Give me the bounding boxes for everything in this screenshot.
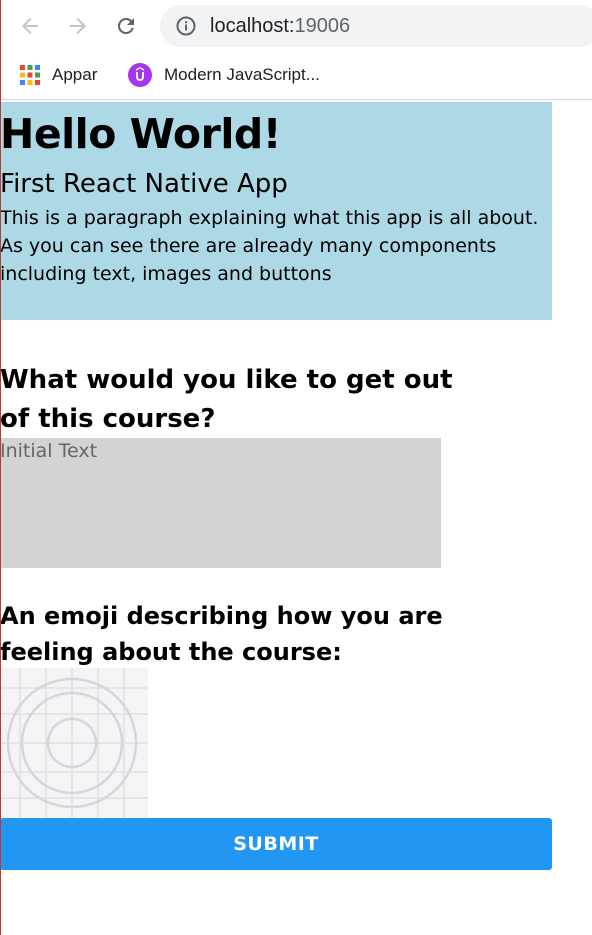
url-text[interactable]: localhost:19006 bbox=[210, 15, 350, 38]
window-edge bbox=[0, 0, 1, 935]
url-port: 19006 bbox=[294, 15, 351, 37]
bookmark-apps-label: Appar bbox=[52, 65, 98, 84]
apps-grid-icon bbox=[20, 65, 40, 85]
udemy-icon bbox=[128, 63, 152, 87]
intro-paragraph: This is a paragraph explaining what this… bbox=[0, 207, 539, 285]
page-subtitle: First React Native App bbox=[0, 169, 288, 199]
submit-button-label: SUBMIT bbox=[233, 833, 319, 855]
submit-button[interactable]: SUBMIT bbox=[0, 818, 552, 870]
emoji-question: An emoji describing how you are feeling … bbox=[0, 602, 443, 666]
course-goal-input[interactable]: Initial Text bbox=[0, 438, 441, 568]
reload-button[interactable] bbox=[111, 11, 141, 41]
bookmarks-bar: Appar Modern JavaScript... bbox=[0, 52, 592, 100]
bookmark-modern-javascript-label: Modern JavaScript... bbox=[164, 65, 320, 84]
back-arrow-icon bbox=[22, 18, 38, 34]
placeholder-image-icon bbox=[0, 668, 148, 818]
bookmark-modern-javascript[interactable]: Modern JavaScript... bbox=[128, 62, 320, 88]
reload-icon bbox=[118, 18, 134, 34]
page-title: Hello World! bbox=[0, 110, 281, 158]
back-button[interactable] bbox=[15, 11, 45, 41]
forward-button[interactable] bbox=[63, 11, 93, 41]
url-host: localhost: bbox=[210, 15, 295, 37]
browser-toolbar: localhost:19006 bbox=[0, 0, 592, 52]
address-bar[interactable]: localhost:19006 bbox=[160, 5, 592, 47]
emoji-image-placeholder bbox=[0, 668, 148, 818]
info-icon[interactable] bbox=[176, 16, 196, 36]
bookmark-apps[interactable]: Appar bbox=[20, 62, 97, 88]
course-goal-input-placeholder: Initial Text bbox=[0, 440, 98, 462]
forward-arrow-icon bbox=[70, 18, 86, 34]
course-goal-question: What would you like to get out of this c… bbox=[0, 365, 453, 434]
